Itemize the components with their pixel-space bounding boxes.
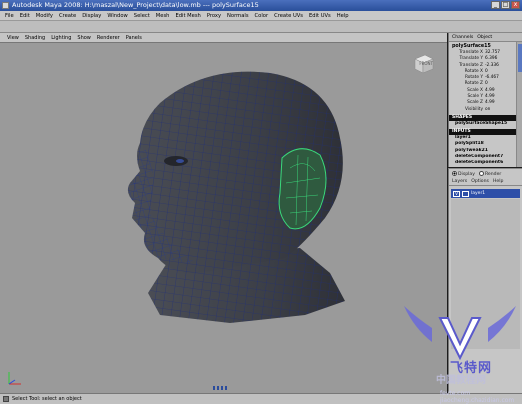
3d-viewport[interactable]: FRONT: [0, 43, 447, 393]
menu-edit-uvs[interactable]: Edit UVs: [306, 13, 334, 19]
layer-row-layer1[interactable]: V layer1: [451, 189, 520, 198]
radio-icon: [478, 170, 484, 176]
window-title: Autodesk Maya 2008: H:\maszal\New_Projec…: [12, 1, 259, 9]
menu-layers[interactable]: Layers: [452, 179, 467, 184]
menu-modify[interactable]: Modify: [33, 13, 56, 19]
layer-editor-menu: Layers Options Help: [449, 178, 522, 186]
channel-box: Channels Object polySurface15 Translate …: [448, 33, 522, 167]
menu-display[interactable]: Display: [79, 13, 104, 19]
panel-menubar: View Shading Lighting Show Renderer Pane…: [0, 33, 447, 43]
layer-mode-radios: Display Render: [449, 169, 522, 178]
scrollbar-thumb[interactable]: [518, 44, 522, 72]
panel-menu-panels[interactable]: Panels: [123, 35, 145, 41]
panel-menu-view[interactable]: View: [4, 35, 22, 41]
attr-row[interactable]: Visibility on: [449, 107, 522, 113]
menu-color[interactable]: Color: [252, 13, 272, 19]
menu-create[interactable]: Create: [56, 13, 79, 19]
select-tool-icon: [3, 396, 9, 402]
input-node[interactable]: deleteComponent6: [449, 160, 522, 166]
display-radio[interactable]: Display: [452, 170, 475, 177]
viewcube-label: FRONT: [419, 61, 433, 66]
shape-node[interactable]: polySurfaceShape15: [449, 121, 522, 127]
menu-edit[interactable]: Edit: [17, 13, 33, 19]
menu-normals[interactable]: Normals: [224, 13, 251, 19]
layer-type-toggle[interactable]: [462, 190, 469, 197]
tab-object[interactable]: Object: [477, 35, 492, 40]
title-bar: Autodesk Maya 2008: H:\maszal\New_Projec…: [0, 0, 522, 11]
menu-layer-help[interactable]: Help: [493, 179, 503, 184]
status-line-toolbar: [0, 21, 522, 33]
tab-channels[interactable]: Channels: [452, 35, 473, 40]
menu-file[interactable]: File: [2, 13, 17, 19]
window-controls: _ □ x: [491, 1, 520, 9]
channel-box-scrollbar[interactable]: [516, 42, 522, 167]
object-name[interactable]: polySurface15: [449, 42, 522, 50]
axis-gizmo-icon: [6, 369, 24, 387]
perspective-panel: View Shading Lighting Show Renderer Pane…: [0, 33, 447, 393]
menu-options[interactable]: Options: [471, 179, 489, 184]
maximize-button[interactable]: □: [501, 1, 510, 9]
maya-app-icon[interactable]: [2, 2, 9, 9]
watermark-line3: fevte.com jiaocheng.chazidian.com: [440, 390, 515, 404]
menu-help[interactable]: Help: [334, 13, 352, 19]
panel-menu-lighting[interactable]: Lighting: [48, 35, 74, 41]
help-line-text: Select Tool: select an object: [12, 396, 82, 402]
menu-window[interactable]: Window: [104, 13, 130, 19]
menu-edit-mesh[interactable]: Edit Mesh: [172, 13, 203, 19]
render-radio[interactable]: Render: [478, 170, 501, 177]
menu-proxy[interactable]: Proxy: [204, 13, 224, 19]
head-model[interactable]: [0, 43, 447, 393]
radio-selected-icon: [452, 170, 457, 176]
channel-box-tabs: Channels Object: [449, 33, 522, 42]
layer-visibility-toggle[interactable]: V: [453, 190, 460, 197]
menu-create-uvs[interactable]: Create UVs: [271, 13, 306, 19]
panel-menu-show[interactable]: Show: [74, 35, 94, 41]
panel-menu-shading[interactable]: Shading: [22, 35, 48, 41]
menu-select[interactable]: Select: [131, 13, 153, 19]
viewport-indicator: [213, 386, 227, 390]
minimize-button[interactable]: _: [491, 1, 500, 9]
main-menubar: File Edit Modify Create Display Window S…: [0, 11, 522, 21]
layer-name[interactable]: layer1: [471, 191, 485, 196]
menu-mesh[interactable]: Mesh: [153, 13, 173, 19]
panel-menu-renderer[interactable]: Renderer: [94, 35, 123, 41]
watermark-line2: 中国教程网: [436, 375, 486, 386]
close-button[interactable]: x: [511, 1, 520, 9]
